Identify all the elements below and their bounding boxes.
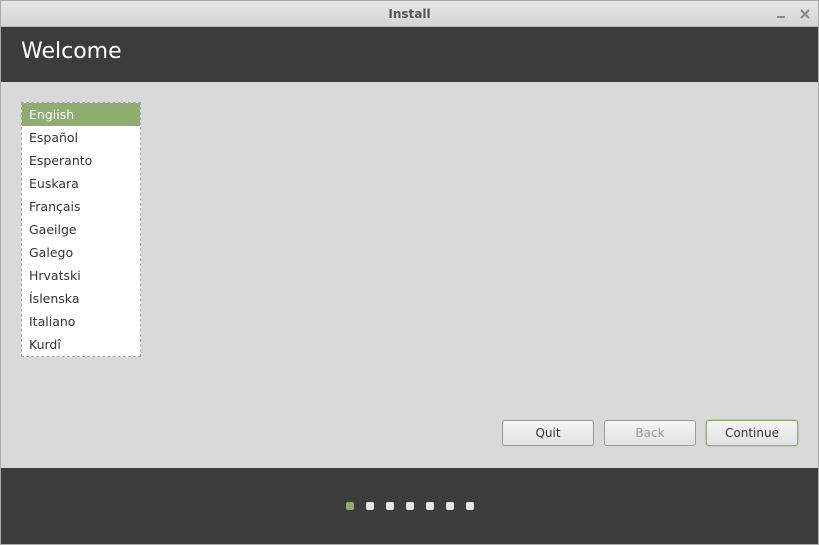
progress-dots	[1, 468, 818, 544]
progress-dot	[366, 502, 374, 510]
progress-dot	[346, 502, 354, 510]
progress-dot	[426, 502, 434, 510]
window-controls	[774, 1, 812, 26]
header-bar: Welcome	[1, 27, 818, 82]
button-row: Quit Back Continue	[21, 420, 798, 458]
install-window: Install Welcome EnglishEspañolEsperantoE…	[0, 0, 819, 545]
language-item[interactable]: Hrvatski	[22, 264, 140, 287]
minimize-button[interactable]	[774, 7, 788, 21]
quit-button[interactable]: Quit	[502, 420, 594, 446]
progress-dot	[386, 502, 394, 510]
language-item[interactable]: Kurdî	[22, 333, 140, 356]
progress-dot	[446, 502, 454, 510]
language-item[interactable]: Euskara	[22, 172, 140, 195]
language-item[interactable]: Íslenska	[22, 287, 140, 310]
window-title: Install	[388, 7, 430, 21]
language-item[interactable]: Italiano	[22, 310, 140, 333]
language-item[interactable]: Esperanto	[22, 149, 140, 172]
page-title: Welcome	[21, 39, 798, 64]
language-item[interactable]: Galego	[22, 241, 140, 264]
back-button: Back	[604, 420, 696, 446]
language-item[interactable]: Gaeilge	[22, 218, 140, 241]
language-item[interactable]: English	[22, 103, 140, 126]
language-item[interactable]: Español	[22, 126, 140, 149]
continue-button[interactable]: Continue	[706, 420, 798, 446]
progress-dot	[466, 502, 474, 510]
language-item[interactable]: Français	[22, 195, 140, 218]
progress-dot	[406, 502, 414, 510]
content-area: EnglishEspañolEsperantoEuskaraFrançaisGa…	[1, 82, 818, 468]
language-list[interactable]: EnglishEspañolEsperantoEuskaraFrançaisGa…	[21, 102, 141, 357]
close-button[interactable]	[798, 7, 812, 21]
titlebar: Install	[1, 1, 818, 27]
